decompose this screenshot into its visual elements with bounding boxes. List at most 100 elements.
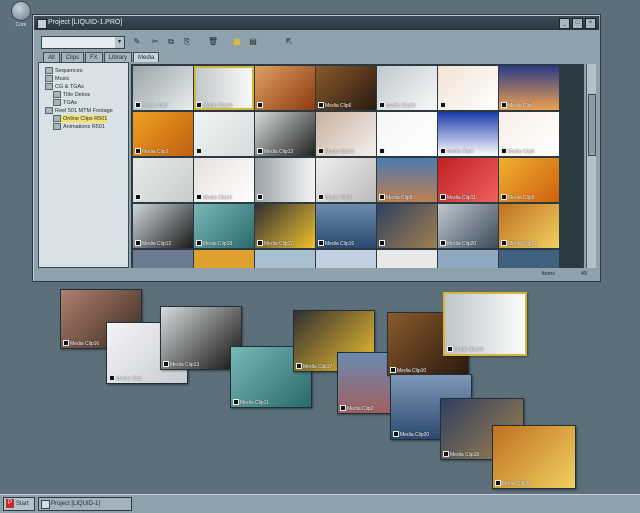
media-clip-thumbnail[interactable]: Media Clip5: [499, 158, 559, 202]
thumbnail-view-icon[interactable]: ▦: [231, 36, 243, 48]
media-clip-label: Media Clip2: [142, 149, 169, 155]
folder-icon: [45, 67, 53, 75]
media-clip-label: Media Clip4: [447, 149, 474, 155]
media-clip-thumbnail[interactable]: Media Clip19: [194, 66, 254, 110]
clip-type-icon: [135, 102, 141, 108]
tree-item[interactable]: Animations R501: [53, 123, 105, 131]
media-clip-thumbnail[interactable]: Media Clip11: [438, 158, 498, 202]
tree-item[interactable]: Reel 501 MTM Footage: [45, 107, 113, 115]
close-button[interactable]: ×: [585, 18, 596, 29]
clip-type-icon: [440, 194, 446, 200]
start-button[interactable]: P Start: [3, 497, 35, 511]
clip-type-icon: [318, 240, 324, 246]
media-clip-thumbnail[interactable]: [438, 250, 498, 268]
media-clip-thumbnail[interactable]: Media Clip16: [316, 204, 376, 248]
magic-wand-icon[interactable]: ✎: [131, 36, 143, 48]
vertical-scrollbar[interactable]: [586, 64, 596, 268]
chevron-down-icon[interactable]: ▾: [115, 37, 124, 48]
media-clip-thumbnail[interactable]: Media Clip6: [316, 66, 376, 110]
media-clip-thumbnail[interactable]: Media Clip1: [499, 66, 559, 110]
tree-item-label: TGAs: [63, 100, 78, 106]
tree-item[interactable]: Music: [45, 75, 69, 83]
media-clip-label: Media Clip9: [386, 195, 413, 201]
tab-media[interactable]: Media: [133, 52, 160, 62]
media-clip-thumbnail[interactable]: Media Clip14: [194, 158, 254, 202]
media-clip-thumbnail[interactable]: [255, 66, 315, 110]
taskbar-item-project[interactable]: Project [LIQUID-1]: [38, 497, 132, 511]
items-count: 49: [580, 271, 587, 277]
media-clip-thumbnail[interactable]: Media Clip21: [499, 204, 559, 248]
clip-type-icon: [257, 194, 263, 200]
search-combo[interactable]: ▾: [41, 36, 125, 49]
tab-library[interactable]: Library: [103, 52, 133, 62]
media-clip-thumbnail[interactable]: [133, 250, 193, 268]
media-clip-thumbnail[interactable]: Media Clip4: [438, 112, 498, 156]
media-clip-thumbnail[interactable]: Media Clip13: [255, 112, 315, 156]
media-clip-thumbnail[interactable]: Media Clip10: [377, 66, 437, 110]
floating-media-clip[interactable]: Media Clip21: [492, 425, 576, 489]
media-clip-thumbnail[interactable]: Media Clip17: [255, 204, 315, 248]
scroll-thumb[interactable]: [588, 94, 596, 156]
media-clip-thumbnail[interactable]: [377, 112, 437, 156]
media-clip-thumbnail[interactable]: [194, 112, 254, 156]
core-app-icon: [11, 1, 31, 21]
tree-item[interactable]: Online Clips R501: [53, 115, 108, 123]
clip-type-icon: [379, 194, 385, 200]
clip-type-icon: [196, 240, 202, 246]
media-clip-thumbnail[interactable]: [499, 250, 559, 268]
folder-icon: [45, 75, 53, 83]
media-clip-thumbnail[interactable]: Media Clip12: [133, 204, 193, 248]
media-clip-thumbnail[interactable]: Media Clip18: [194, 204, 254, 248]
tree-item-label: Reel 501 MTM Footage: [55, 108, 113, 114]
minimize-button[interactable]: _: [559, 18, 570, 29]
tree-item[interactable]: CG & TGAs: [45, 83, 84, 91]
media-clip-thumbnail[interactable]: Media Clip3: [316, 158, 376, 202]
tab-clips[interactable]: Clips: [60, 52, 85, 62]
media-clip-thumbnail[interactable]: [377, 250, 437, 268]
floating-clip-label: Media Clip21: [502, 481, 532, 487]
floating-clip-label: Media Clip20: [400, 432, 430, 438]
desktop-icon-core[interactable]: Core: [9, 1, 33, 31]
tree-item[interactable]: TGAs: [53, 99, 77, 107]
clip-type-icon: [440, 148, 446, 154]
folder-icon: [53, 115, 61, 123]
clip-type-icon: [318, 148, 324, 154]
cut-icon[interactable]: ✂: [149, 36, 161, 48]
floating-clip-label: Media Clip18: [450, 452, 480, 458]
media-clip-thumbnail[interactable]: Media Clip7: [133, 66, 193, 110]
tree-item[interactable]: Sequences: [45, 67, 83, 75]
floating-media-clip[interactable]: Media Clip19: [443, 292, 527, 356]
media-clip-thumbnail[interactable]: [438, 66, 498, 110]
media-clip-thumbnail[interactable]: [377, 204, 437, 248]
floating-clip-label: Media Clip1: [116, 376, 143, 382]
list-view-icon[interactable]: ▤: [247, 36, 259, 48]
media-clip-thumbnail[interactable]: [316, 250, 376, 268]
folder-icon: [45, 107, 53, 115]
paste-icon[interactable]: ⎘: [181, 36, 193, 48]
floating-clip-label: Media Clip2: [347, 406, 374, 412]
media-clip-thumbnail[interactable]: Media Clip2: [133, 112, 193, 156]
media-clip-thumbnail[interactable]: [133, 158, 193, 202]
media-clip-label: Media Clip7: [142, 103, 169, 109]
clip-type-icon: [379, 148, 385, 154]
folder-icon: [53, 123, 61, 131]
tab-all[interactable]: All: [43, 52, 60, 62]
copy-icon[interactable]: ⧉: [165, 36, 177, 48]
media-clip-thumbnail[interactable]: [194, 250, 254, 268]
media-clip-thumbnail[interactable]: Media Clip15: [316, 112, 376, 156]
trash-icon[interactable]: 🗑: [207, 36, 219, 48]
media-clip-thumbnail[interactable]: Media Clip20: [438, 204, 498, 248]
media-clip-thumbnail[interactable]: Media Clip8: [499, 112, 559, 156]
maximize-button[interactable]: □: [572, 18, 583, 29]
window-titlebar[interactable]: Project [LIQUID-1.PRO] _ □ ×: [34, 16, 599, 30]
floating-clip-label: Media Clip11: [240, 400, 269, 406]
clip-type-icon: [501, 194, 507, 200]
clip-type-icon: [109, 375, 115, 381]
tab-fx[interactable]: FX: [85, 52, 103, 62]
tree-item-label: Online Clips R501: [63, 116, 108, 122]
edit-icon[interactable]: ⇱: [283, 36, 295, 48]
tree-item[interactable]: Title Dekos: [53, 91, 90, 99]
media-clip-thumbnail[interactable]: [255, 250, 315, 268]
media-clip-thumbnail[interactable]: [255, 158, 315, 202]
media-clip-thumbnail[interactable]: Media Clip9: [377, 158, 437, 202]
